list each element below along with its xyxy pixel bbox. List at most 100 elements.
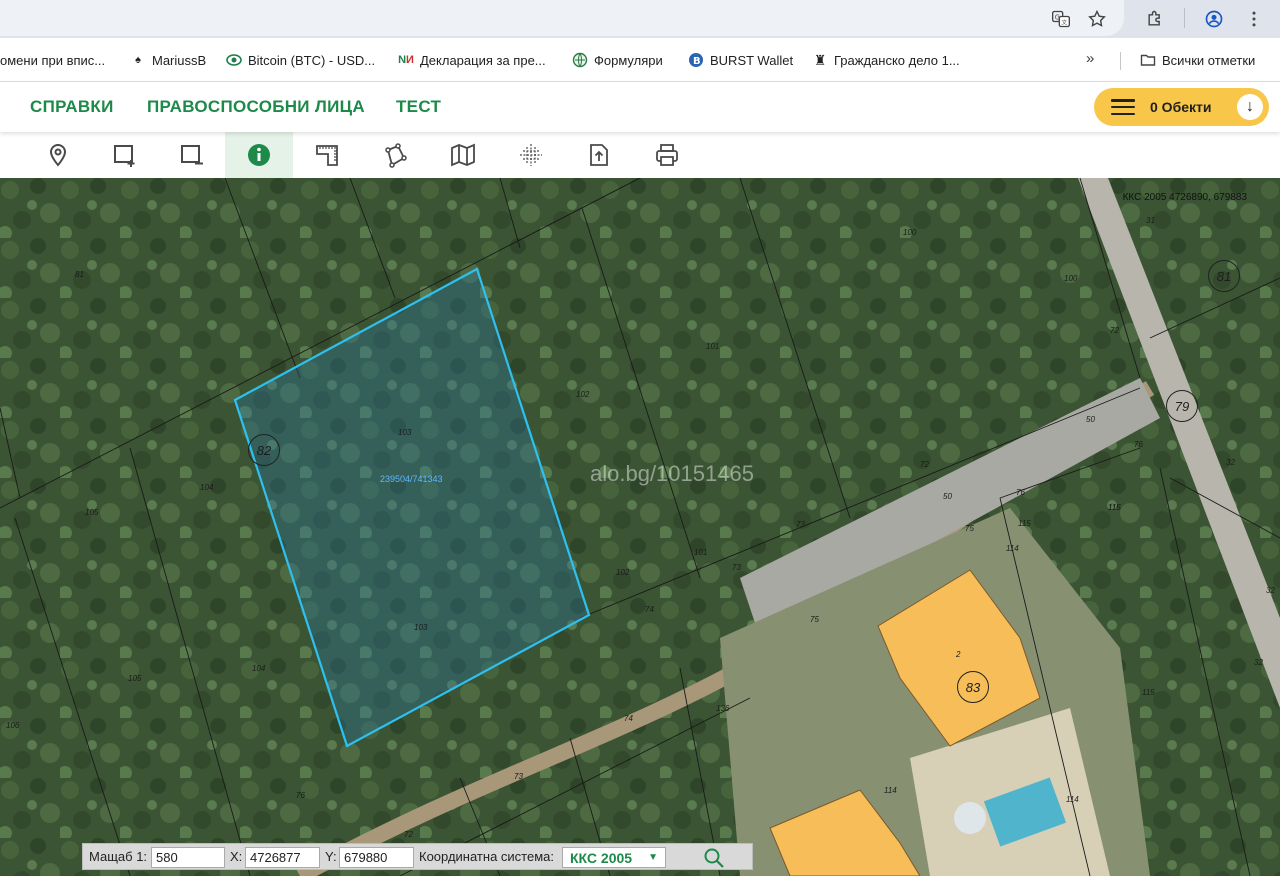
- y-label: Y:: [325, 849, 337, 864]
- svg-text:文: 文: [1061, 18, 1067, 26]
- lot-number: 76: [296, 791, 305, 800]
- lot-number: 32: [1266, 586, 1275, 595]
- bookmarks-divider: [1120, 52, 1121, 70]
- bookmark-item[interactable]: ♠ MariussB: [130, 50, 206, 70]
- lot-number: 76: [1016, 488, 1025, 497]
- lot-number: 2: [956, 650, 961, 659]
- objects-button[interactable]: 0 Обекти ↓: [1094, 88, 1269, 126]
- nav-link-test[interactable]: ТЕСТ: [396, 97, 441, 117]
- dropdown-arrow-icon: ▼: [648, 852, 658, 863]
- search-icon[interactable]: [703, 847, 725, 869]
- bookmarks-bar: омени при впис... ♠ MariussB Bitcoin (BTC…: [0, 38, 1280, 82]
- x-coordinate-input[interactable]: [245, 847, 320, 868]
- map-toolbar: [0, 132, 1280, 178]
- coordinate-system-select[interactable]: ККС 2005 ▼: [562, 847, 666, 868]
- browser-top-bar: G文: [0, 0, 1280, 38]
- add-rectangle-icon[interactable]: [91, 132, 159, 178]
- lot-number: 50: [943, 492, 952, 501]
- star-icon[interactable]: [1084, 6, 1110, 32]
- print-icon[interactable]: [633, 132, 701, 178]
- coordinate-system-value: ККС 2005: [570, 850, 633, 866]
- lot-number: 102: [576, 390, 590, 399]
- lot-number: 75: [810, 615, 819, 624]
- all-bookmarks-button[interactable]: Всички отметки: [1140, 50, 1255, 70]
- lot-number: 103: [398, 428, 412, 437]
- parcel-id-label: 239504/741343: [380, 474, 443, 484]
- block-number: 82: [248, 434, 280, 466]
- lot-number: 31: [1146, 216, 1155, 225]
- watermark: alo.bg/10151465: [590, 461, 754, 486]
- lion-icon: ♜: [813, 51, 827, 68]
- address-bar[interactable]: [0, 0, 1124, 36]
- bookmark-item[interactable]: N И Декларация за пре...: [398, 50, 546, 70]
- coordinates-grid-icon[interactable]: [497, 132, 565, 178]
- lot-number: 115: [1108, 503, 1121, 512]
- ni-icon: NИ: [398, 54, 414, 66]
- map-canvas[interactable]: ККС 2005 4726890, 679883 alo.bg/10151465…: [0, 178, 1280, 876]
- scale-label: Мащаб 1:: [89, 849, 148, 864]
- translate-icon[interactable]: G文: [1048, 6, 1074, 32]
- lot-number: 73: [732, 563, 741, 572]
- lot-number: 104: [200, 483, 214, 492]
- info-icon[interactable]: [225, 132, 293, 178]
- lot-number: 102: [616, 568, 630, 577]
- lot-number: 74: [645, 605, 654, 614]
- burst-icon: B: [688, 52, 704, 68]
- lot-number: 115: [1018, 519, 1031, 528]
- map-icon[interactable]: [429, 132, 497, 178]
- measure-area-icon[interactable]: [293, 132, 361, 178]
- lot-number: 32: [1254, 658, 1263, 667]
- y-coordinate-input[interactable]: [339, 847, 414, 868]
- satellite-map: [0, 178, 1280, 876]
- bookmark-item[interactable]: омени при впис...: [0, 50, 105, 70]
- lot-number: 101: [706, 342, 720, 351]
- lot-number: 101: [694, 548, 708, 557]
- folder-icon: [1140, 52, 1156, 68]
- bookmarks-overflow-button[interactable]: »: [1086, 50, 1094, 67]
- coordinate-readout: ККС 2005 4726890, 679883: [1122, 192, 1247, 203]
- bookmark-item[interactable]: B BURST Wallet: [688, 50, 793, 70]
- block-number: 81: [1208, 260, 1240, 292]
- lot-number: 72: [404, 830, 413, 839]
- lot-number: 105: [128, 674, 142, 683]
- lot-number: 81: [75, 270, 84, 279]
- remove-rectangle-icon[interactable]: [158, 132, 226, 178]
- nav-link-spravki[interactable]: СПРАВКИ: [30, 97, 114, 117]
- lot-number: 75: [965, 524, 974, 533]
- kebab-menu-icon[interactable]: [1241, 6, 1267, 32]
- lot-number: 100: [903, 228, 917, 237]
- lot-number: 73: [796, 520, 805, 529]
- lot-number: 50: [1086, 415, 1095, 424]
- polygon-icon[interactable]: [361, 132, 429, 178]
- lot-number: 72: [920, 460, 929, 469]
- lot-number: 32: [1226, 458, 1235, 467]
- lot-number: 104: [252, 664, 266, 673]
- hamburger-menu-icon: [1111, 99, 1135, 116]
- arrow-down-icon[interactable]: ↓: [1237, 94, 1263, 120]
- block-number: 79: [1166, 390, 1198, 422]
- lot-number: 114: [1066, 795, 1079, 804]
- bookmark-item[interactable]: ♜ Гражданско дело 1...: [812, 50, 960, 70]
- lot-number: 73: [514, 772, 523, 781]
- coordinate-system-label: Координатна система:: [419, 849, 554, 864]
- lot-number: 114: [1006, 544, 1019, 553]
- lot-number: 72: [1110, 326, 1119, 335]
- nav-link-pravosposobni-lica[interactable]: ПРАВОСПОСОБНИ ЛИЦА: [147, 97, 365, 117]
- bookmark-item[interactable]: Bitcoin (BTC) - USD...: [226, 50, 375, 70]
- export-icon[interactable]: [565, 132, 633, 178]
- scale-input[interactable]: [151, 847, 225, 868]
- toolbar-separator: [1184, 8, 1185, 28]
- lot-number: 136: [716, 704, 730, 713]
- lot-number: 105: [85, 508, 99, 517]
- profile-icon[interactable]: [1201, 6, 1227, 32]
- globe-icon: [572, 52, 588, 68]
- lot-number: 100: [1064, 274, 1078, 283]
- location-pin-icon[interactable]: [24, 132, 92, 178]
- lot-number: 106: [6, 721, 20, 730]
- bookmark-item[interactable]: Формуляри: [572, 50, 663, 70]
- map-status-panel: Мащаб 1: X: Y: Координатна система: ККС …: [82, 843, 753, 870]
- lot-number: 115: [1142, 688, 1155, 697]
- lot-number: 74: [624, 714, 633, 723]
- extensions-icon[interactable]: [1142, 6, 1168, 32]
- lot-number: 114: [884, 786, 897, 795]
